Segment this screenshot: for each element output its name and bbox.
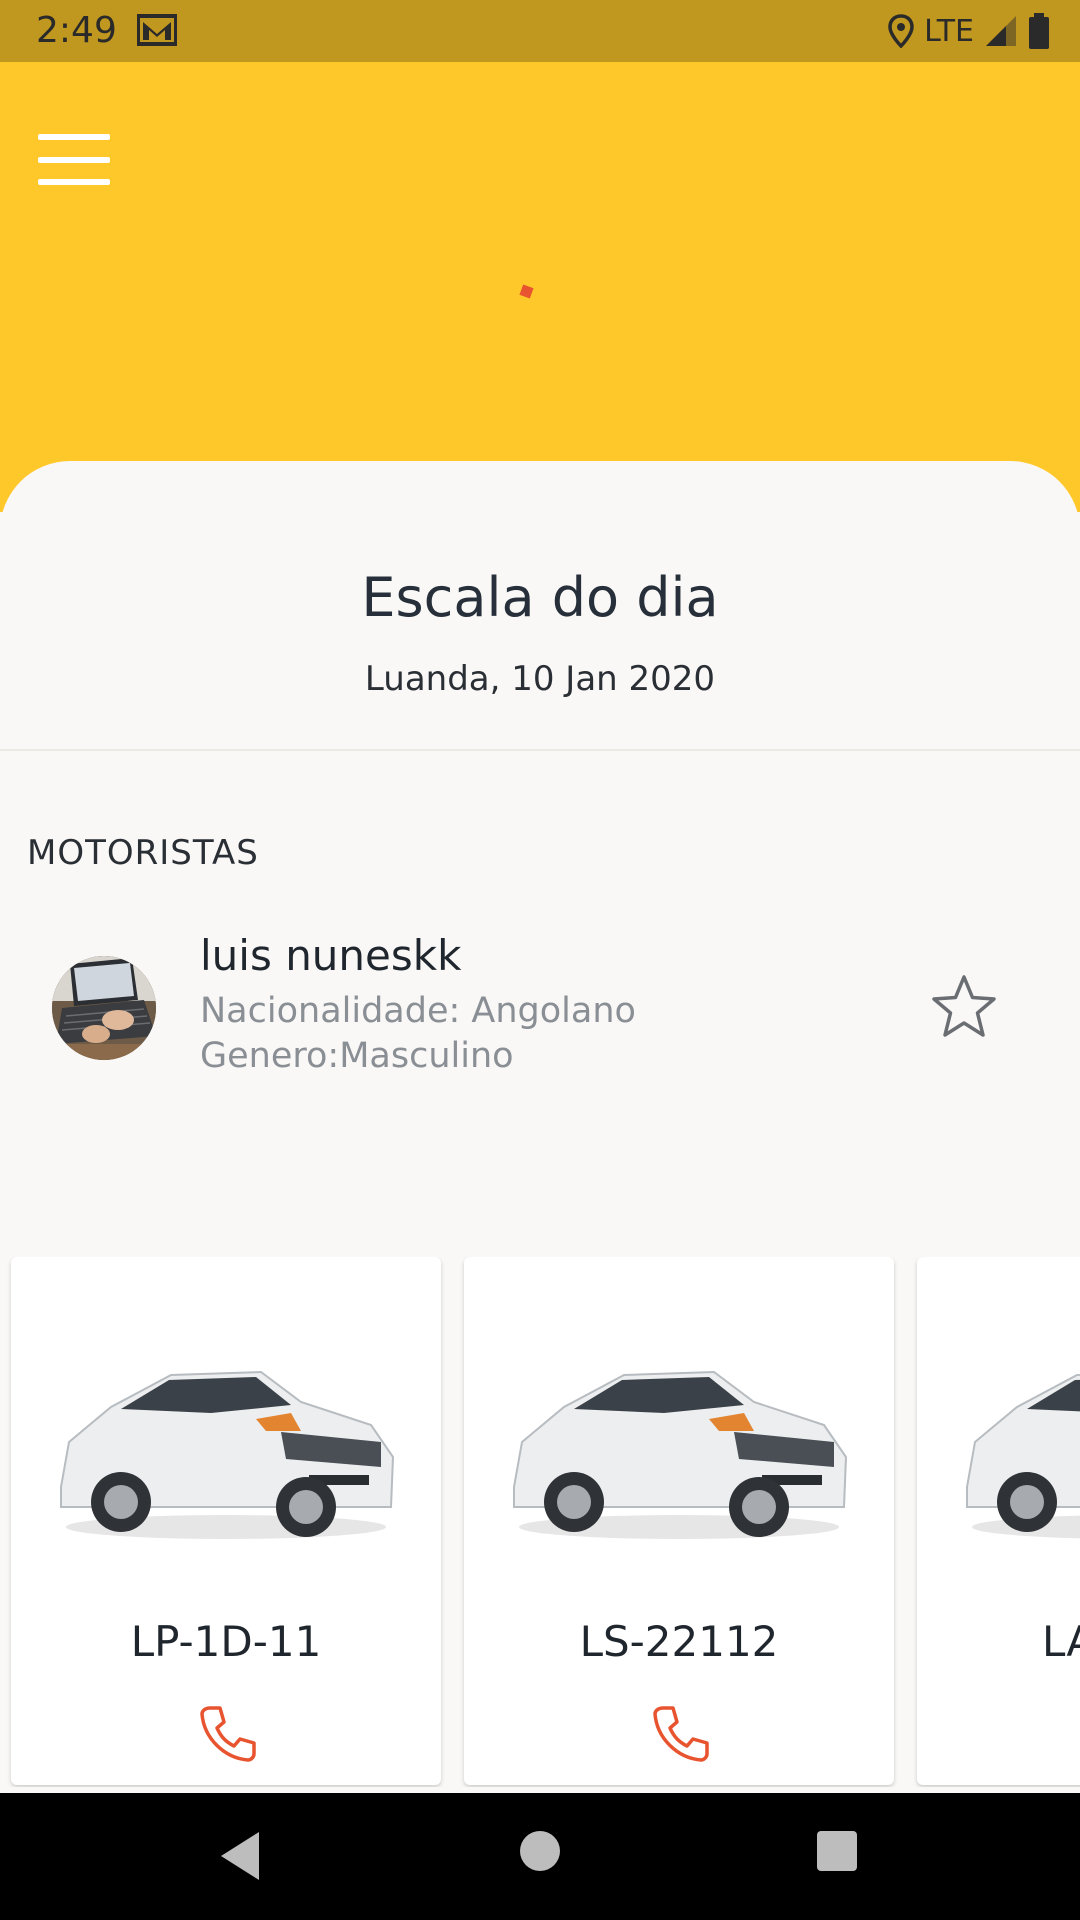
app-header [0,62,1080,512]
recents-icon[interactable] [817,1831,857,1871]
location-icon [888,14,914,48]
loading-indicator [519,284,534,299]
status-bar: 2:49 LTE [0,0,1080,62]
system-nav-bar [0,1793,1080,1920]
vehicle-card[interactable]: LP-1D-11 [11,1257,441,1785]
vehicle-plate: LA [1042,1617,1080,1666]
home-icon[interactable] [520,1831,560,1871]
schedule-date: Luanda, 10 Jan 2020 [364,659,716,699]
hamburger-menu-icon [38,134,110,140]
status-time: 2:49 [36,10,117,51]
vehicle-plate: LS-22112 [579,1617,779,1666]
network-type: LTE [924,13,974,49]
battery-icon [1029,13,1049,49]
status-icons: LTE [888,12,1050,50]
driver-name: luis nuneskk [200,931,462,980]
hamburger-line [38,179,110,185]
phone-icon[interactable] [196,1702,260,1766]
menu-button[interactable] [30,106,110,186]
hamburger-line [38,157,110,163]
phone-icon[interactable] [649,1702,713,1766]
gmail-notification-icon [137,14,177,46]
page-title: Escala do dia [361,566,719,629]
car-image [60,1370,395,1539]
vehicle-card[interactable]: LA [917,1257,1080,1785]
divider [0,749,1080,751]
driver-avatar [52,956,156,1060]
star-outline-icon[interactable] [928,971,1000,1043]
car-image [966,1373,1080,1539]
driver-gender: Genero:Masculino [200,1036,514,1076]
back-icon[interactable] [215,1828,265,1884]
vehicle-plate: LP-1D-11 [130,1617,322,1666]
vehicle-card[interactable]: LS-22112 [464,1257,894,1785]
drivers-section-label: MOTORISTAS [27,833,259,873]
driver-list-item[interactable]: luis nuneskk Nacionalidade: Angolano Gen… [0,931,1080,1091]
car-image [513,1370,848,1539]
signal-icon [986,16,1016,46]
vehicle-carousel[interactable]: LP-1D-11 LS-22112 L [0,1257,1080,1787]
driver-nationality: Nacionalidade: Angolano [200,991,636,1031]
